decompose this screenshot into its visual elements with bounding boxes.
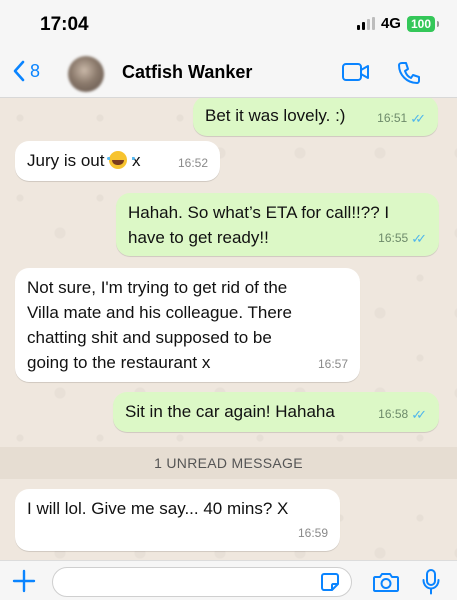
unread-divider: 1 UNREAD MESSAGE	[0, 447, 457, 479]
message-time: 16:59	[297, 526, 328, 540]
read-ticks-icon: ✓✓	[410, 111, 426, 126]
message-bubble-outgoing[interactable]: Sit in the car again! Hahaha 16:58 ✓✓	[113, 392, 439, 432]
message-line: going to the restaurant x	[27, 353, 211, 372]
signal-icon	[356, 17, 375, 30]
phone-icon[interactable]	[396, 60, 422, 86]
status-indicators: 4G 100	[356, 15, 440, 32]
message-time: 16:58	[378, 407, 409, 421]
message-bubble-incoming[interactable]: Not sure, I'm trying to get rid of the V…	[15, 268, 360, 382]
message-text: Jury is out	[27, 151, 105, 170]
message-input[interactable]	[52, 567, 352, 597]
video-call-icon[interactable]	[341, 61, 371, 83]
message-bubble-outgoing[interactable]: Hahah. So what’s ETA for call!!?? I have…	[116, 193, 439, 256]
message-time: 16:57	[317, 357, 348, 371]
message-time: 16:52	[177, 156, 208, 170]
message-time: 16:55	[378, 231, 409, 245]
contact-name[interactable]: Catfish Wanker	[122, 62, 252, 83]
status-bar: 17:04 4G 100	[0, 0, 457, 48]
message-line: Villa mate and his colleague. There	[27, 303, 292, 322]
message-line: Not sure, I'm trying to get rid of the	[27, 278, 288, 297]
back-button[interactable]: 8	[12, 60, 40, 82]
read-ticks-icon: ✓✓	[411, 231, 427, 246]
message-line: Hahah. So what’s ETA for call!!?? I	[128, 203, 390, 222]
message-text: Sit in the car again! Hahaha	[125, 402, 335, 421]
message-meta: 16:55 ✓✓	[378, 226, 427, 251]
read-ticks-icon: ✓✓	[411, 407, 427, 422]
message-composer	[0, 560, 457, 600]
message-bubble-outgoing[interactable]: Bet it was lovely. :) 16:51 ✓✓	[193, 98, 438, 136]
microphone-icon[interactable]	[421, 568, 441, 596]
message-bubble-incoming[interactable]: I will lol. Give me say... 40 mins? X 16…	[15, 489, 340, 551]
network-type: 4G	[380, 15, 401, 32]
camera-icon[interactable]	[372, 571, 400, 593]
message-line: chatting shit and supposed to be	[27, 328, 272, 347]
back-chevron-icon	[13, 60, 25, 82]
back-count: 8	[30, 60, 41, 81]
chat-header: 8 Catfish Wanker	[0, 48, 457, 98]
laughing-emoji-icon	[107, 151, 136, 169]
message-suffix: x	[131, 151, 141, 170]
message-meta: 16:51 ✓✓	[377, 106, 426, 131]
avatar[interactable]	[68, 56, 104, 92]
chat-area[interactable]: Bet it was lovely. :) 16:51 ✓✓ Jury is ou…	[0, 98, 457, 560]
message-meta: 16:58 ✓✓	[378, 402, 427, 427]
message-text: I will lol. Give me say... 40 mins? X	[27, 499, 289, 518]
message-text: Bet it was lovely. :)	[205, 106, 346, 125]
status-time: 17:04	[40, 14, 89, 35]
battery-icon: 100	[406, 15, 440, 32]
plus-icon[interactable]	[12, 569, 36, 593]
message-time: 16:51	[377, 111, 408, 125]
sticker-icon[interactable]	[320, 572, 340, 592]
message-bubble-incoming[interactable]: Jury is out x 16:52	[15, 141, 220, 181]
